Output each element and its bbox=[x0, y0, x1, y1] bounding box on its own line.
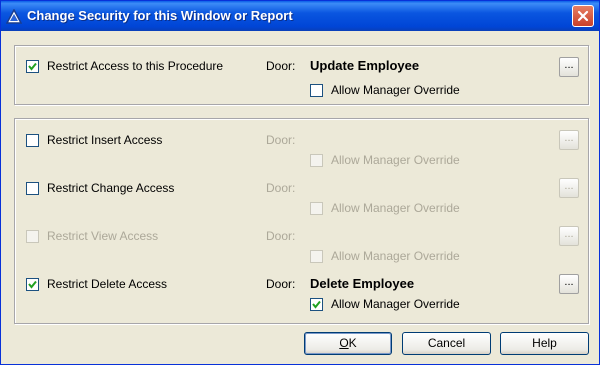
restrict-insert-checkbox[interactable] bbox=[26, 134, 39, 147]
restrict-delete-checkbox[interactable] bbox=[26, 278, 39, 291]
procedure-manager-override-label[interactable]: Allow Manager Override bbox=[331, 83, 460, 97]
delete-door-browse-button[interactable]: ... bbox=[559, 274, 579, 294]
view-door-label: Door: bbox=[266, 229, 296, 243]
insert-manager-override-checkbox[interactable] bbox=[310, 154, 323, 167]
delete-manager-override-checkbox[interactable] bbox=[310, 298, 323, 311]
checkmark-icon bbox=[28, 62, 37, 71]
close-icon bbox=[577, 10, 589, 22]
close-button[interactable] bbox=[572, 5, 594, 27]
checkmark-icon bbox=[312, 300, 321, 309]
delete-door-value: Delete Employee bbox=[310, 276, 415, 291]
delete-door-label: Door: bbox=[266, 277, 296, 291]
help-button[interactable]: Help bbox=[500, 332, 589, 355]
change-door-label: Door: bbox=[266, 181, 296, 195]
insert-manager-override-label[interactable]: Allow Manager Override bbox=[331, 153, 460, 167]
restrict-procedure-label[interactable]: Restrict Access to this Procedure bbox=[47, 59, 223, 73]
procedure-group bbox=[14, 45, 589, 105]
window-title: Change Security for this Window or Repor… bbox=[27, 8, 293, 23]
cancel-button[interactable]: Cancel bbox=[402, 332, 491, 355]
change-door-browse-button[interactable]: ... bbox=[559, 178, 579, 198]
insert-door-browse-button[interactable]: ... bbox=[559, 130, 579, 150]
change-manager-override-label[interactable]: Allow Manager Override bbox=[331, 201, 460, 215]
restrict-procedure-checkbox[interactable] bbox=[26, 60, 39, 73]
checkmark-icon bbox=[28, 280, 37, 289]
restrict-insert-label[interactable]: Restrict Insert Access bbox=[47, 133, 162, 147]
restrict-change-checkbox[interactable] bbox=[26, 182, 39, 195]
ok-button[interactable]: OK bbox=[304, 332, 392, 355]
restrict-view-label[interactable]: Restrict View Access bbox=[47, 229, 158, 243]
title-bar[interactable]: Change Security for this Window or Repor… bbox=[1, 1, 599, 31]
view-door-browse-button[interactable]: ... bbox=[559, 226, 579, 246]
app-triangle-icon bbox=[6, 9, 22, 24]
view-manager-override-checkbox[interactable] bbox=[310, 250, 323, 263]
insert-door-label: Door: bbox=[266, 133, 296, 147]
procedure-door-browse-button[interactable]: ... bbox=[559, 57, 579, 77]
restrict-delete-label[interactable]: Restrict Delete Access bbox=[47, 277, 167, 291]
door-value: Update Employee bbox=[310, 58, 420, 73]
door-label: Door: bbox=[266, 59, 296, 73]
delete-manager-override-label[interactable]: Allow Manager Override bbox=[331, 297, 460, 311]
change-manager-override-checkbox[interactable] bbox=[310, 202, 323, 215]
security-dialog: Change Security for this Window or Repor… bbox=[0, 0, 600, 365]
procedure-manager-override-checkbox[interactable] bbox=[310, 84, 323, 97]
restrict-change-label[interactable]: Restrict Change Access bbox=[47, 181, 174, 195]
restrict-view-checkbox[interactable] bbox=[26, 230, 39, 243]
view-manager-override-label[interactable]: Allow Manager Override bbox=[331, 249, 460, 263]
access-group bbox=[14, 118, 589, 324]
